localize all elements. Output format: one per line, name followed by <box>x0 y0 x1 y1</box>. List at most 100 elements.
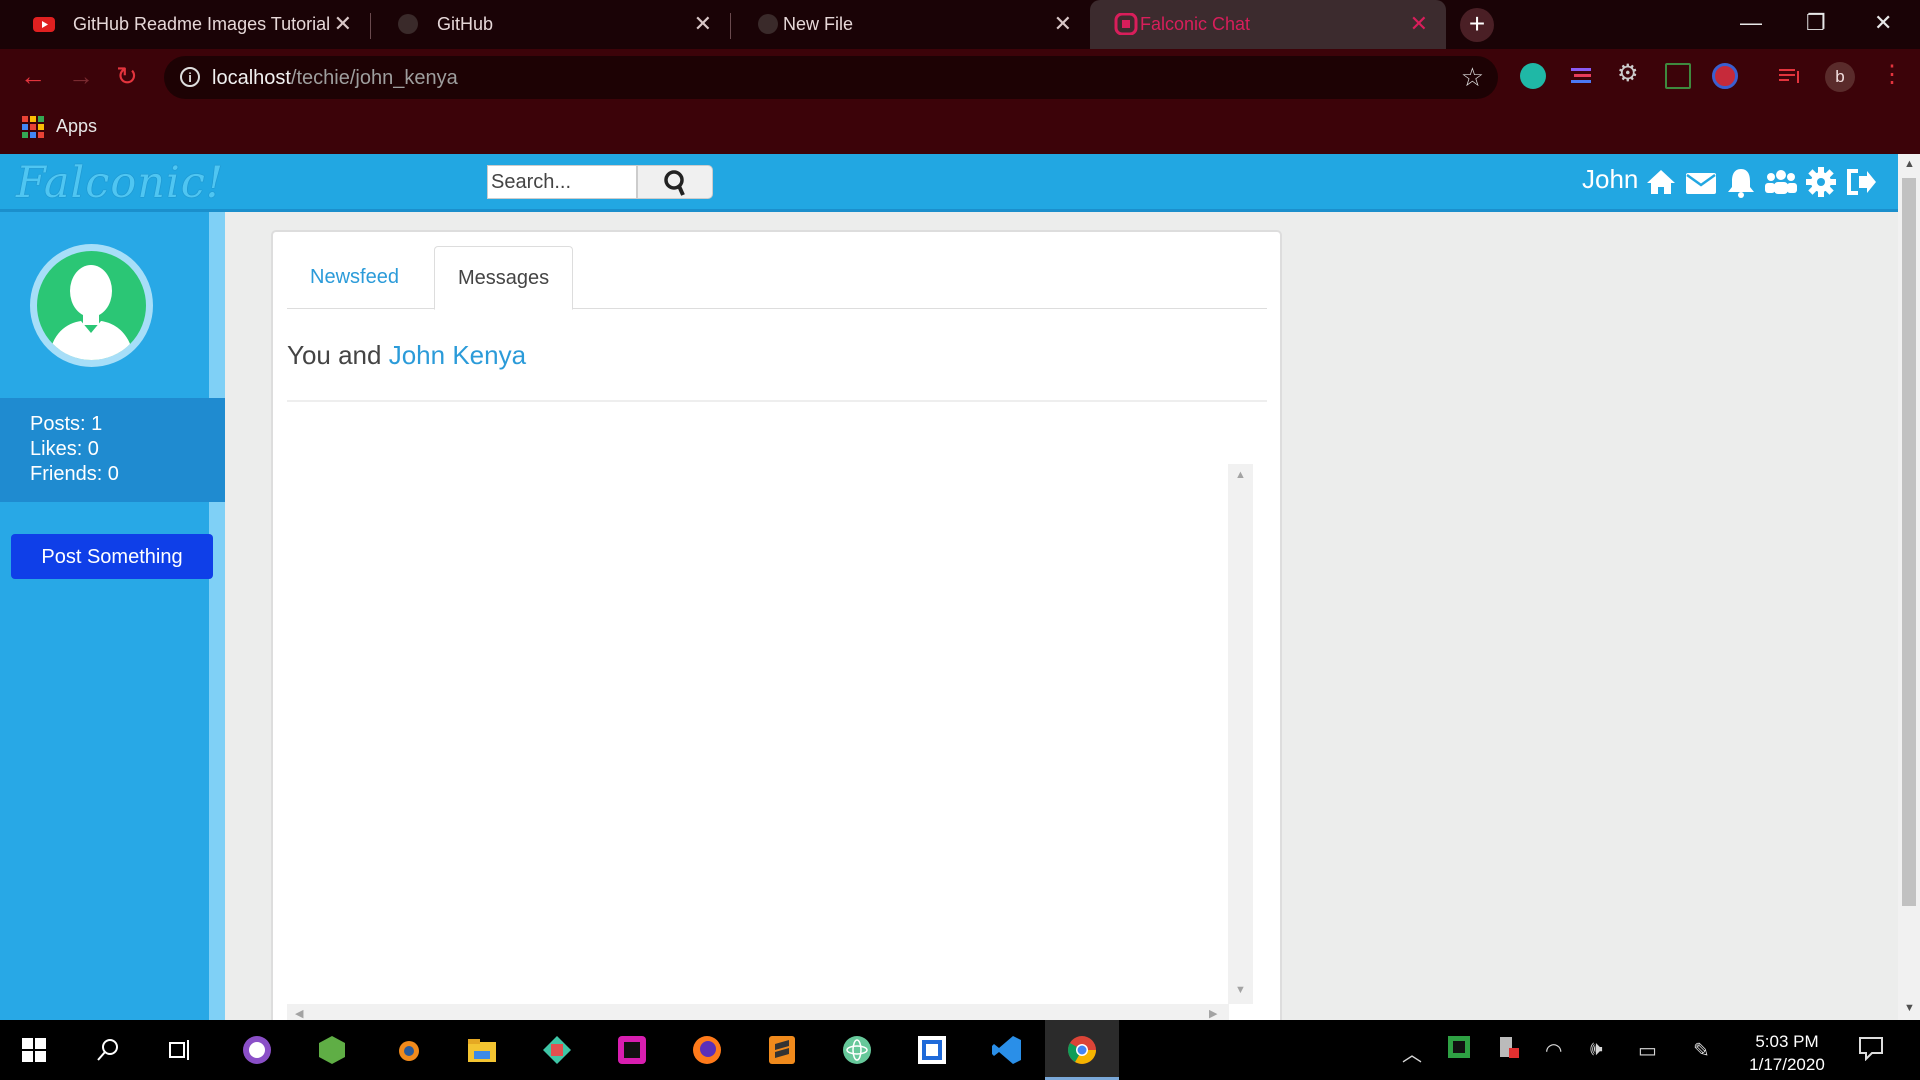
chrome-menu-icon[interactable]: ⋮ <box>1880 60 1906 88</box>
friend-link[interactable]: John Kenya <box>389 340 526 370</box>
atom-icon[interactable] <box>837 1030 877 1070</box>
tab-title: GitHub <box>437 14 494 34</box>
gear-icon[interactable] <box>1804 164 1838 200</box>
bell-icon[interactable] <box>1724 164 1758 200</box>
blender-icon[interactable] <box>387 1030 427 1070</box>
back-icon[interactable]: ← <box>20 61 46 92</box>
forward-icon[interactable]: → <box>68 61 94 92</box>
close-tab-icon[interactable]: ✕ <box>1054 11 1072 37</box>
browser-tab-new-file[interactable]: New File ✕ <box>732 0 1090 49</box>
chrome-icon[interactable] <box>1062 1030 1102 1070</box>
avatar[interactable] <box>30 244 153 367</box>
scroll-right-icon[interactable]: ▶ <box>1209 1007 1217 1020</box>
firefox-icon[interactable] <box>687 1030 727 1070</box>
clock-time: 5:03 PM <box>1755 1032 1819 1051</box>
profile-avatar[interactable]: b <box>1825 62 1855 92</box>
page-scrollbar[interactable]: ▲ ▼ <box>1898 154 1920 1020</box>
media-control-icon[interactable] <box>1777 63 1803 89</box>
browser-tab-falconic-chat[interactable]: Falconic Chat ✕ <box>1090 0 1446 49</box>
phpstorm-icon[interactable] <box>612 1030 652 1070</box>
page-scroll-thumb[interactable] <box>1902 178 1916 906</box>
tab-messages[interactable]: Messages <box>434 246 574 310</box>
extension-bars-icon[interactable] <box>1568 63 1594 89</box>
message-list[interactable] <box>287 464 1267 1020</box>
tab-separator <box>370 13 371 39</box>
message-list-hscrollbar[interactable]: ◀ ▶ <box>287 1004 1229 1020</box>
url-text[interactable]: localhost/techie/john_kenya <box>212 67 458 90</box>
bookmark-star-icon[interactable]: ☆ <box>1461 62 1484 93</box>
apps-grid-icon[interactable] <box>22 116 44 138</box>
extension-block-icon[interactable] <box>1712 63 1738 89</box>
vscode-icon[interactable] <box>987 1030 1027 1070</box>
post-something-button[interactable]: Post Something <box>11 534 213 579</box>
close-tab-icon[interactable]: ✕ <box>694 11 712 37</box>
clock-date: 1/17/2020 <box>1749 1055 1825 1074</box>
volume-icon[interactable]: 🕪 <box>1590 1038 1603 1061</box>
windows-taskbar: ︿ ◠ 🕪 ▭ ✎ 5:03 PM 1/17/2020 <box>0 1020 1920 1080</box>
home-icon[interactable] <box>1644 164 1678 200</box>
github-icon <box>758 14 778 34</box>
tab-title: New File <box>783 14 854 34</box>
page-scroll-up-icon[interactable]: ▲ <box>1904 158 1915 170</box>
search-icon[interactable] <box>88 1030 128 1070</box>
conversation-title: You and John Kenya <box>287 340 526 371</box>
bookmarks-bar: Apps <box>0 106 1920 154</box>
battery-alert-icon[interactable] <box>1496 1034 1520 1066</box>
address-bar[interactable]: i localhost/techie/john_kenya ☆ <box>164 56 1498 99</box>
page-scroll-down-icon[interactable]: ▼ <box>1904 1002 1915 1014</box>
panel-tabs: Newsfeed Messages <box>287 246 1267 310</box>
envelope-icon[interactable] <box>1684 164 1718 200</box>
close-tab-icon[interactable]: ✕ <box>1410 11 1428 37</box>
site-info-icon[interactable]: i <box>180 67 200 87</box>
battery-icon[interactable]: ▭ <box>1638 1038 1657 1063</box>
start-icon[interactable] <box>14 1030 54 1070</box>
notifications-icon[interactable] <box>1858 1035 1884 1067</box>
username-label[interactable]: John <box>1582 164 1638 195</box>
close-window-icon[interactable]: ✕ <box>1874 10 1892 36</box>
reload-icon[interactable]: ↻ <box>116 61 138 92</box>
scroll-left-icon[interactable]: ◀ <box>295 1007 303 1020</box>
extension-screenshot-icon[interactable] <box>1665 63 1691 89</box>
minimize-icon[interactable]: — <box>1740 10 1762 36</box>
github-desktop-icon[interactable] <box>237 1030 277 1070</box>
intellij-icon[interactable] <box>912 1030 952 1070</box>
system-clock[interactable]: 5:03 PM 1/17/2020 <box>1733 1030 1841 1076</box>
browser-toolbar: ← → ↻ i localhost/techie/john_kenya ☆ ⚙ … <box>0 49 1920 106</box>
scroll-up-icon[interactable]: ▲ <box>1235 469 1246 481</box>
pen-icon[interactable]: ✎ <box>1693 1038 1710 1063</box>
wifi-icon[interactable]: ◠ <box>1545 1038 1562 1063</box>
browser-tab-bar: GitHub Readme Images Tutorial ( ✕ GitHub… <box>0 0 1920 49</box>
scroll-down-icon[interactable]: ▼ <box>1235 984 1246 996</box>
logout-icon[interactable] <box>1844 164 1878 200</box>
users-icon[interactable] <box>1764 164 1798 200</box>
apps-bookmark[interactable]: Apps <box>56 116 97 137</box>
url-host: localhost <box>212 67 291 89</box>
git-kraken-icon[interactable] <box>537 1030 577 1070</box>
task-view-icon[interactable] <box>160 1030 200 1070</box>
likes-count: Likes: 0 <box>30 438 99 460</box>
nodejs-icon[interactable] <box>312 1030 352 1070</box>
restore-icon[interactable]: ❐ <box>1806 10 1826 36</box>
search-input[interactable] <box>487 165 637 199</box>
tab-newsfeed[interactable]: Newsfeed <box>287 246 422 309</box>
file-explorer-icon[interactable] <box>462 1030 502 1070</box>
user-silhouette-icon <box>49 265 134 360</box>
show-hidden-icons-icon[interactable]: ︿ <box>1402 1038 1422 1067</box>
browser-tab-youtube[interactable]: GitHub Readme Images Tutorial ( ✕ <box>8 0 370 49</box>
message-list-scrollbar[interactable]: ▲ ▼ <box>1228 464 1253 1004</box>
close-tab-icon[interactable]: ✕ <box>334 11 352 37</box>
extension-gear-icon[interactable]: ⚙ <box>1617 59 1643 87</box>
extension-m-icon[interactable] <box>1520 63 1546 89</box>
conversation-prefix: You and <box>287 340 382 370</box>
site-logo[interactable]: Falconic! <box>16 158 224 208</box>
page-viewport: Falconic! John Posts: 1 Likes: 0 Friends… <box>0 154 1898 1020</box>
tab-title: Falconic Chat <box>1140 14 1251 34</box>
sublime-text-icon[interactable] <box>762 1030 802 1070</box>
search-button[interactable] <box>637 165 713 199</box>
posts-count: Posts: 1 <box>30 413 103 435</box>
browser-tab-github[interactable]: GitHub ✕ <box>372 0 730 49</box>
tab-separator <box>730 13 731 39</box>
intellij-tray-icon[interactable] <box>1447 1035 1471 1065</box>
github-icon <box>398 14 418 34</box>
new-tab-button[interactable]: + <box>1460 8 1494 42</box>
